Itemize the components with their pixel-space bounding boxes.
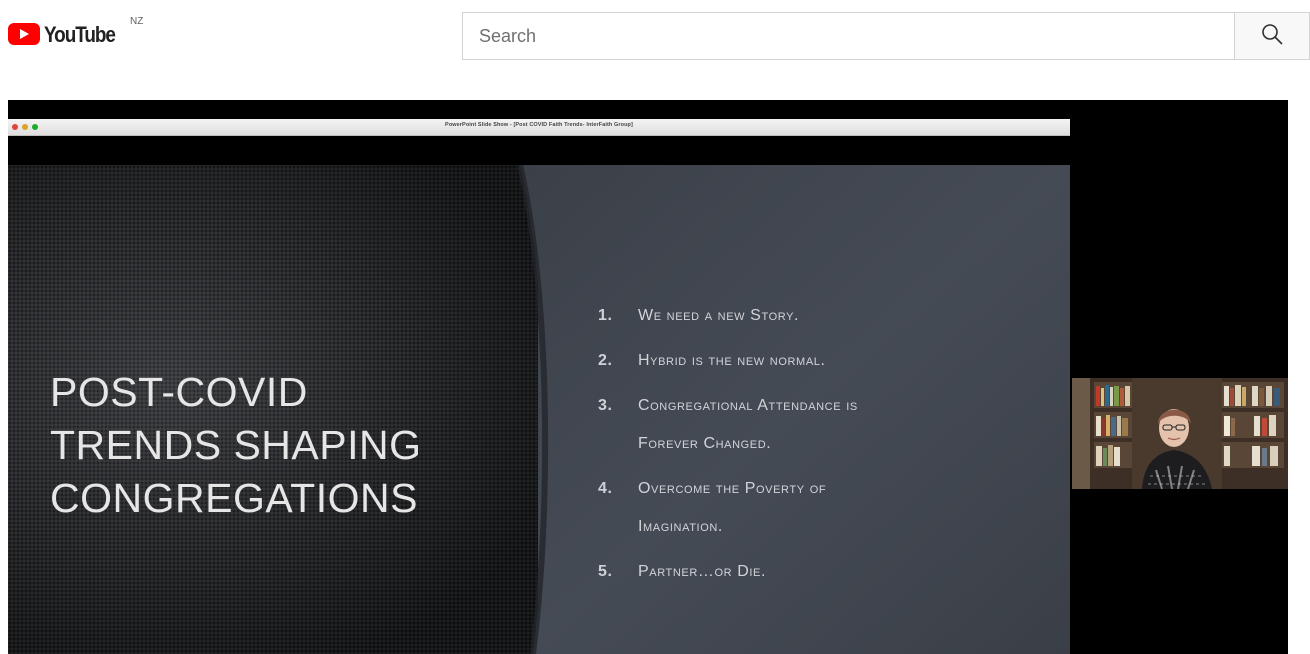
slideshow-window-titlebar: PowerPoint Slide Show - [Post COVID Fait… [8,119,1070,136]
presentation-slide: POST-COVID TRENDS SHAPING CONGREGATIONS … [8,165,1070,654]
slide-item-number: 3. [598,397,613,414]
person-video-icon [1072,378,1288,489]
slide-item-text: Congregational Attendance is Forever Cha… [638,387,858,463]
slide-item-number: 1. [598,307,613,324]
search-button[interactable] [1234,12,1310,60]
slide-list-item: 1. We need a new Story. [598,297,1018,335]
slide-heading-line: POST-COVID [50,369,308,415]
youtube-logo[interactable]: YouTube NZ [8,16,143,50]
slideshow-window-title: PowerPoint Slide Show - [Post COVID Fait… [445,122,633,128]
slide-heading: POST-COVID TRENDS SHAPING CONGREGATIONS [50,366,520,525]
search-placeholder: Search [479,25,537,46]
slide-item-text-line: Forever Changed. [638,435,772,452]
country-code: NZ [130,16,144,27]
slide-item-number: 4. [598,480,613,497]
masthead: YouTube NZ Search [0,0,1310,72]
slide-item-text-line: Overcome the Poverty of [638,480,827,497]
slide-item-text-line: Congregational Attendance is [638,397,858,414]
slide-item-text-line: Imagination. [638,518,723,535]
video-player[interactable]: PowerPoint Slide Show - [Post COVID Fait… [8,100,1288,654]
search-input[interactable]: Search [462,12,1234,60]
youtube-play-icon [8,23,40,45]
logo-wordmark: YouTube [44,22,116,47]
slide-list-item: 4. Overcome the Poverty of Imagination. [598,470,1018,546]
search-icon [1261,23,1283,50]
slide-heading-line: CONGREGATIONS [50,475,418,521]
slide-list-item: 5. Partner…or Die. [598,553,1018,591]
speaker-video-tile[interactable] [1072,378,1288,489]
slide-item-number: 5. [598,563,613,580]
slide-item-text: Hybrid is the new normal. [638,352,826,369]
slide-item-text: We need a new Story. [638,307,800,324]
slide-list-item: 2. Hybrid is the new normal. [598,342,1018,380]
slide-list-item: 3. Congregational Attendance is Forever … [598,387,1018,463]
slide-item-number: 2. [598,352,613,369]
slide-bullet-list: 1. We need a new Story. 2. Hybrid is the… [598,297,1018,598]
slide-item-text: Overcome the Poverty of Imagination. [638,470,826,546]
slide-heading-line: TRENDS SHAPING [50,422,422,468]
slide-item-text: Partner…or Die. [638,563,767,580]
